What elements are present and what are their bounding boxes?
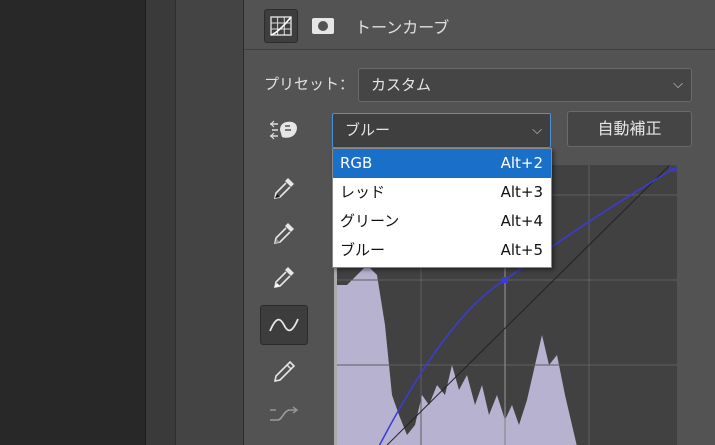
panel-dock-strip bbox=[145, 0, 175, 445]
smooth-curve-icon[interactable] bbox=[260, 395, 308, 435]
black-point-eyedropper-icon[interactable] bbox=[260, 168, 308, 208]
histogram bbox=[337, 265, 577, 445]
pencil-icon[interactable] bbox=[260, 352, 308, 392]
on-image-adjust-icon[interactable] bbox=[260, 110, 308, 150]
properties-panel: トーンカーブ プリセット： カスタム ⌵ ブルー ⌵ 自動補正 RGB Alt+… bbox=[243, 0, 715, 445]
panel-dock-strip-2 bbox=[175, 0, 243, 445]
preset-label: プリセット： bbox=[264, 75, 355, 93]
channel-value: ブルー bbox=[345, 121, 391, 139]
channel-menu-item-green[interactable]: グリーン Alt+4 bbox=[333, 207, 551, 236]
channel-select[interactable]: ブルー ⌵ bbox=[332, 113, 551, 148]
preset-select[interactable]: カスタム ⌵ bbox=[358, 68, 692, 102]
panel-title: トーンカーブ bbox=[355, 18, 450, 37]
curves-grid-icon[interactable] bbox=[264, 9, 298, 43]
channel-menu-item-rgb[interactable]: RGB Alt+2 bbox=[333, 149, 551, 178]
channel-menu-item-red[interactable]: レッド Alt+3 bbox=[333, 178, 551, 207]
channel-menu-item-blue[interactable]: ブルー Alt+5 bbox=[333, 236, 551, 265]
canvas-area-left bbox=[0, 0, 145, 445]
mask-icon[interactable] bbox=[306, 9, 340, 43]
curve-point-tool-icon[interactable] bbox=[260, 305, 308, 345]
panel-header: トーンカーブ bbox=[244, 0, 715, 50]
gray-point-eyedropper-icon[interactable] bbox=[260, 213, 308, 253]
auto-button[interactable]: 自動補正 bbox=[567, 111, 692, 147]
preset-value: カスタム bbox=[371, 76, 432, 94]
channel-menu: RGB Alt+2 レッド Alt+3 グリーン Alt+4 ブルー Alt+5 bbox=[332, 148, 552, 268]
chevron-down-icon: ⌵ bbox=[532, 123, 542, 138]
chevron-down-icon: ⌵ bbox=[673, 77, 683, 92]
white-point-eyedropper-icon[interactable] bbox=[260, 257, 308, 297]
